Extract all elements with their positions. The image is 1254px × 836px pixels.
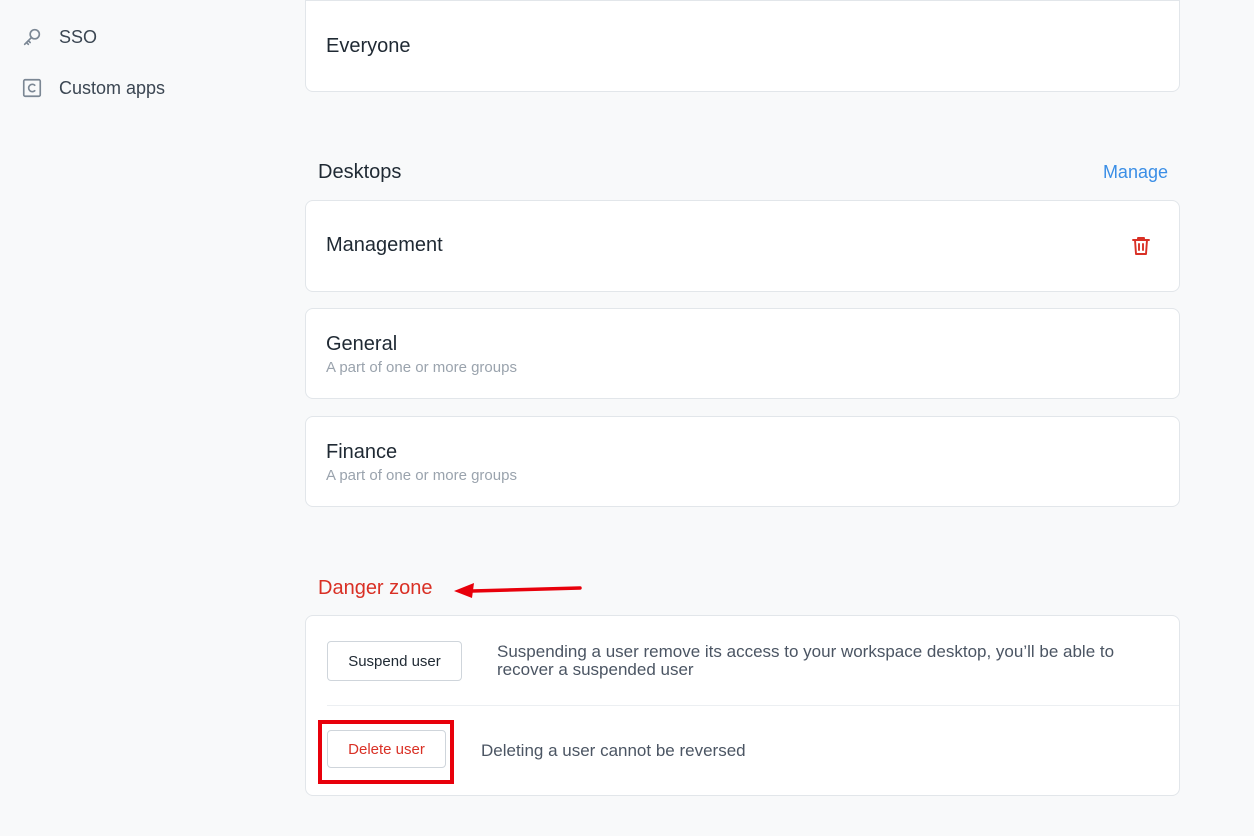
manage-desktops-link[interactable]: Manage [1103,162,1168,183]
custom-apps-icon [20,76,44,100]
key-icon [20,25,44,49]
desktop-name: Management [326,234,443,256]
desktops-section-title: Desktops [318,161,402,183]
desktop-name: General [326,333,398,355]
suspend-user-description: Suspending a user remove its access to y… [497,642,1115,679]
delete-user-description: Deleting a user cannot be reversed [481,741,746,760]
sidebar: SSO Custom apps [0,0,290,836]
desktop-card-management: Management [305,200,1180,292]
sidebar-item-custom-apps[interactable]: Custom apps [20,73,165,103]
group-name: Everyone [326,35,411,57]
annotation-highlight-box [318,720,454,784]
group-card-everyone: Everyone [305,0,1180,92]
danger-zone-title: Danger zone [318,577,433,599]
desktop-subtitle: A part of one or more groups [326,359,517,376]
sidebar-item-label: Custom apps [59,77,166,98]
suspend-user-button[interactable]: Suspend user [327,641,462,681]
trash-icon[interactable] [1129,234,1153,258]
desktop-name: Finance [326,441,398,463]
sidebar-item-label: SSO [59,26,98,47]
row-divider [327,705,1179,706]
desktop-card-finance: Finance A part of one or more groups [305,416,1180,507]
annotation-arrow-icon [454,583,582,598]
desktop-subtitle: A part of one or more groups [326,467,517,484]
desktop-card-general: General A part of one or more groups [305,308,1180,399]
sidebar-item-sso[interactable]: SSO [20,22,97,52]
